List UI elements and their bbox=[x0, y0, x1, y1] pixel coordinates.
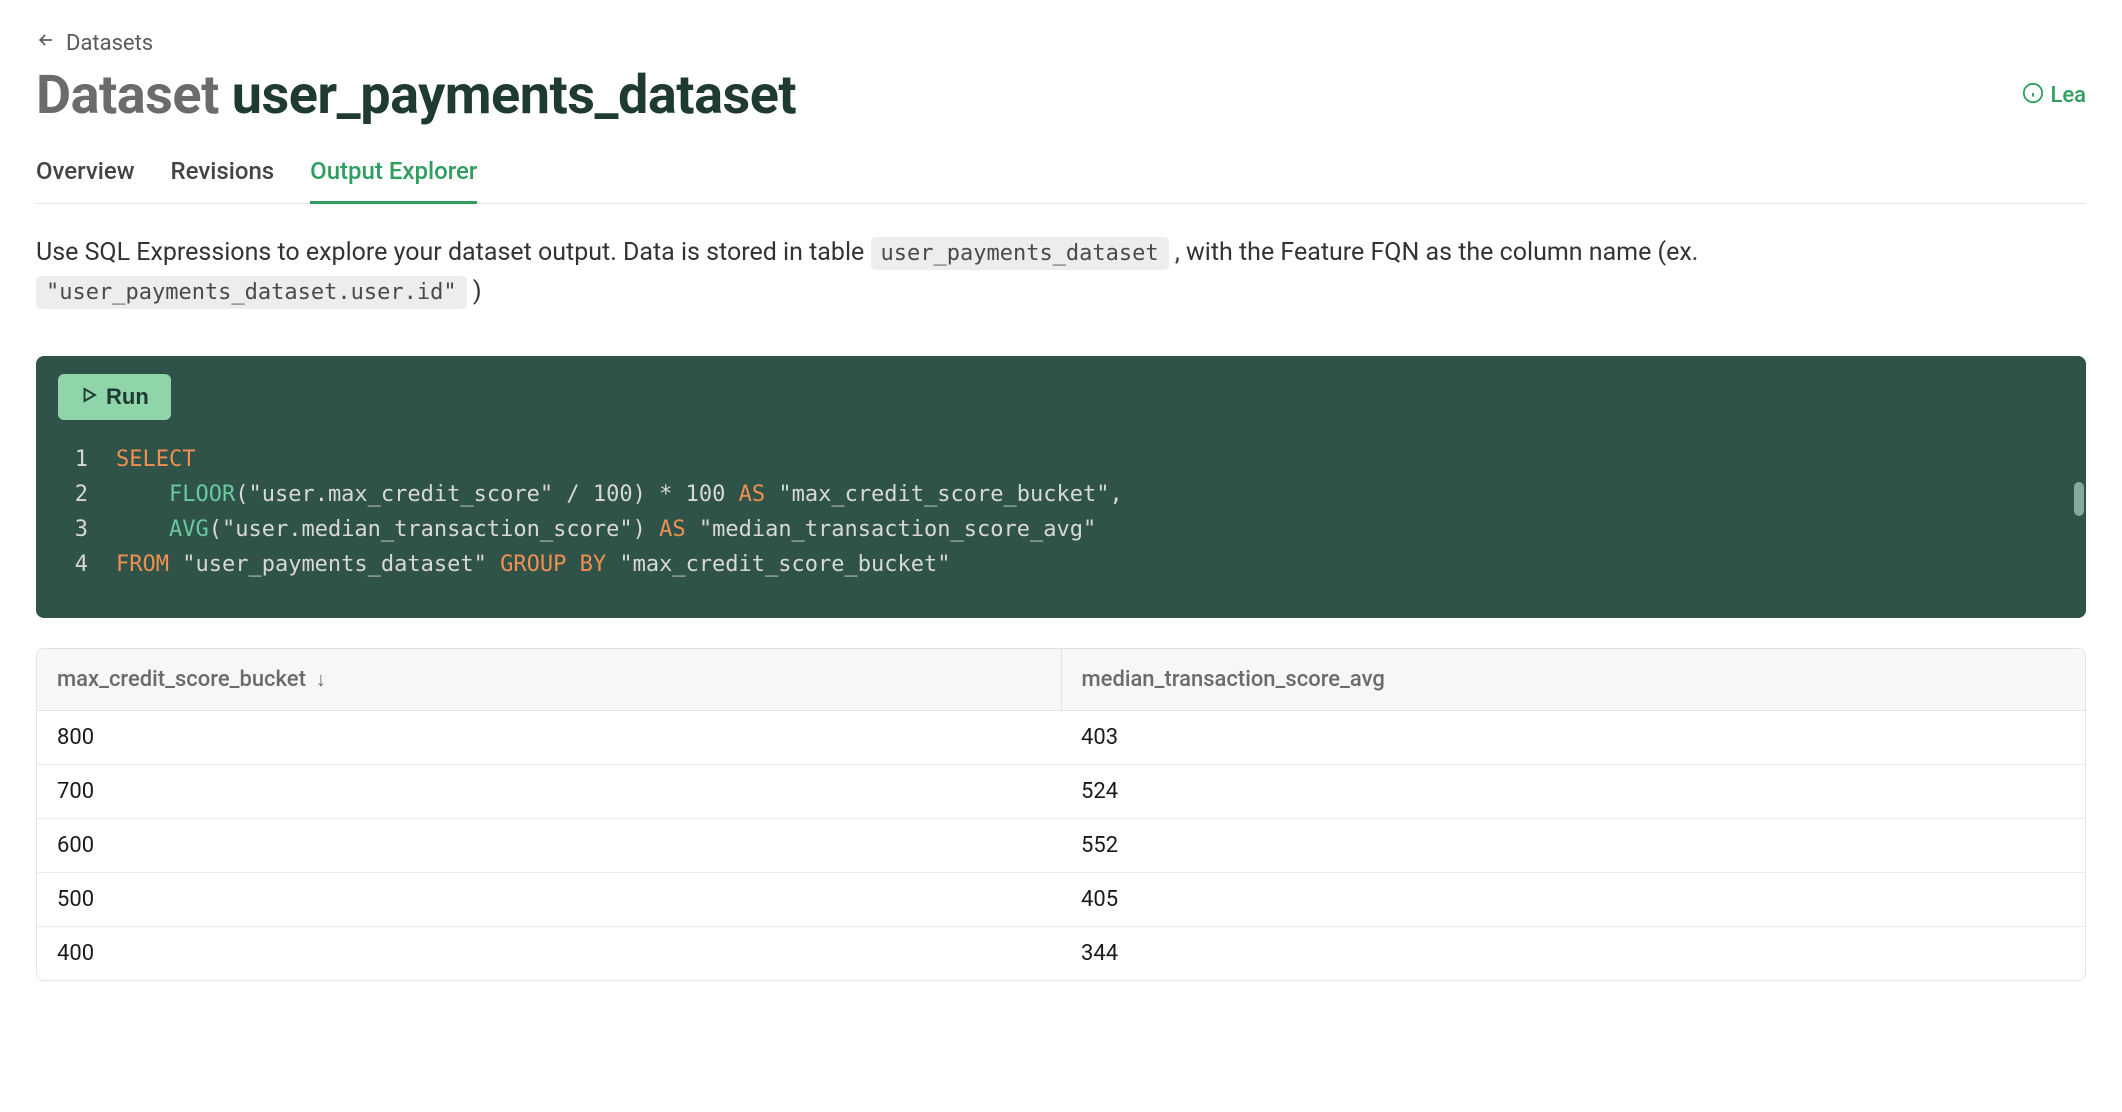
results-body: 800403700524600552500405400344 bbox=[37, 711, 2085, 980]
table-cell: 800 bbox=[37, 711, 1061, 764]
play-icon bbox=[80, 384, 98, 410]
back-arrow-icon[interactable] bbox=[36, 30, 56, 56]
description-code-example: "user_payments_dataset.user.id" bbox=[36, 276, 467, 309]
table-cell: 600 bbox=[37, 819, 1061, 872]
title-name: user_payments_dataset bbox=[232, 64, 796, 127]
table-cell: 403 bbox=[1061, 711, 2085, 764]
table-cell: 552 bbox=[1061, 819, 2085, 872]
breadcrumb[interactable]: Datasets bbox=[36, 30, 2086, 56]
table-cell: 400 bbox=[37, 927, 1061, 980]
table-cell: 524 bbox=[1061, 765, 2085, 818]
table-cell: 405 bbox=[1061, 873, 2085, 926]
table-row[interactable]: 500405 bbox=[37, 873, 2085, 927]
run-button-label: Run bbox=[106, 384, 149, 410]
column-header[interactable]: median_transaction_score_avg bbox=[1061, 649, 2086, 710]
tab-revisions[interactable]: Revisions bbox=[171, 145, 275, 204]
description: Use SQL Expressions to explore your data… bbox=[36, 234, 2086, 312]
scrollbar-handle[interactable] bbox=[2074, 482, 2084, 516]
description-post: ) bbox=[473, 277, 482, 306]
line-number: 3 bbox=[36, 512, 116, 547]
code-line[interactable]: 4FROM "user_payments_dataset" GROUP BY "… bbox=[36, 547, 2086, 582]
code-content[interactable]: SELECT bbox=[116, 442, 2086, 477]
tabs: Overview Revisions Output Explorer bbox=[36, 145, 2086, 204]
code-content[interactable]: FROM "user_payments_dataset" GROUP BY "m… bbox=[116, 547, 2086, 582]
line-number: 4 bbox=[36, 547, 116, 582]
table-cell: 344 bbox=[1061, 927, 2085, 980]
table-row[interactable]: 400344 bbox=[37, 927, 2085, 980]
table-cell: 700 bbox=[37, 765, 1061, 818]
column-label: max_credit_score_bucket bbox=[57, 667, 306, 692]
sort-desc-icon: ↓ bbox=[316, 667, 326, 692]
table-row[interactable]: 600552 bbox=[37, 819, 2085, 873]
sql-editor[interactable]: Run 1SELECT2 FLOOR("user.max_credit_scor… bbox=[36, 356, 2086, 619]
table-cell: 500 bbox=[37, 873, 1061, 926]
title-prefix: Dataset bbox=[36, 64, 232, 127]
page-title: Dataset user_payments_dataset bbox=[36, 64, 796, 127]
table-row[interactable]: 700524 bbox=[37, 765, 2085, 819]
line-number: 2 bbox=[36, 477, 116, 512]
title-row: Dataset user_payments_dataset Lea bbox=[36, 64, 2086, 127]
description-mid: , with the Feature FQN as the column nam… bbox=[1175, 238, 1699, 267]
breadcrumb-label[interactable]: Datasets bbox=[66, 31, 153, 56]
learn-more-link[interactable]: Lea bbox=[2022, 82, 2086, 110]
table-row[interactable]: 800403 bbox=[37, 711, 2085, 765]
tab-overview[interactable]: Overview bbox=[36, 145, 135, 204]
code-line[interactable]: 2 FLOOR("user.max_credit_score" / 100) *… bbox=[36, 477, 2086, 512]
code-area[interactable]: 1SELECT2 FLOOR("user.max_credit_score" /… bbox=[36, 442, 2086, 583]
column-header[interactable]: max_credit_score_bucket ↓ bbox=[37, 649, 1061, 710]
description-pre: Use SQL Expressions to explore your data… bbox=[36, 238, 871, 267]
info-icon bbox=[2022, 82, 2044, 110]
code-content[interactable]: FLOOR("user.max_credit_score" / 100) * 1… bbox=[116, 477, 2086, 512]
results-table: max_credit_score_bucket ↓ median_transacti… bbox=[36, 648, 2086, 981]
code-line[interactable]: 3 AVG("user.median_transaction_score") A… bbox=[36, 512, 2086, 547]
tab-output-explorer[interactable]: Output Explorer bbox=[310, 145, 477, 204]
code-line[interactable]: 1SELECT bbox=[36, 442, 2086, 477]
code-content[interactable]: AVG("user.median_transaction_score") AS … bbox=[116, 512, 2086, 547]
results-header: max_credit_score_bucket ↓ median_transacti… bbox=[37, 649, 2085, 711]
column-label: median_transaction_score_avg bbox=[1082, 667, 1385, 692]
run-button[interactable]: Run bbox=[58, 374, 171, 420]
learn-more-label: Lea bbox=[2050, 83, 2086, 108]
line-number: 1 bbox=[36, 442, 116, 477]
description-code-table: user_payments_dataset bbox=[871, 237, 1169, 270]
